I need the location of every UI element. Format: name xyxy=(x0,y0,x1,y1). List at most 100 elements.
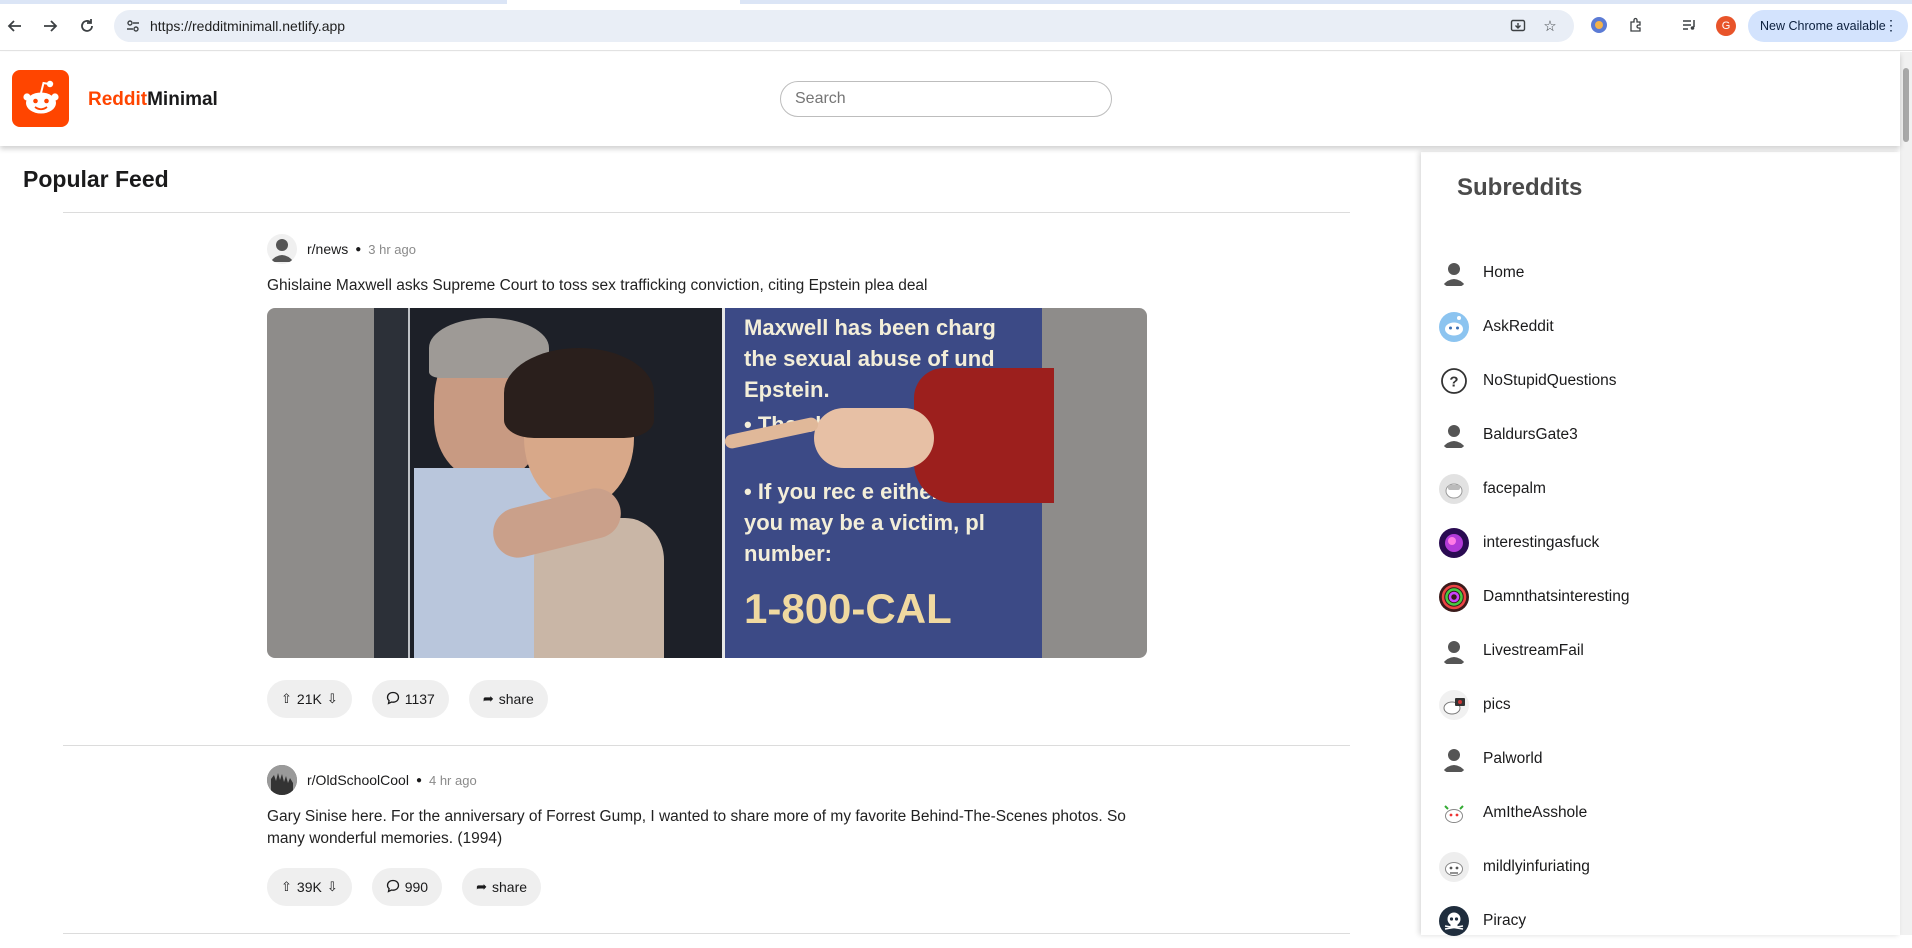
comments-button[interactable]: 1137 xyxy=(371,680,449,718)
forward-icon[interactable] xyxy=(38,14,62,38)
rainbow-avatar-icon xyxy=(1439,582,1469,612)
snoo-avatar-icon xyxy=(1439,312,1469,342)
install-app-icon[interactable] xyxy=(1508,16,1528,36)
url-text[interactable]: https://redditminimall.netlify.app xyxy=(150,18,345,34)
user-avatar-icon xyxy=(267,234,297,264)
comment-icon xyxy=(386,691,400,708)
extensions-puzzle-icon[interactable] xyxy=(1625,14,1647,36)
scrollbar-thumb[interactable] xyxy=(1903,68,1909,142)
skull-avatar-icon xyxy=(1439,906,1469,936)
share-button[interactable]: ➦ share xyxy=(462,868,542,906)
back-icon[interactable] xyxy=(3,14,27,38)
reddit-logo-icon[interactable] xyxy=(12,70,69,127)
media-control-icon[interactable] xyxy=(1678,14,1700,36)
snoo-avatar-icon xyxy=(1439,852,1469,882)
sidebar-item-label: Piracy xyxy=(1483,912,1527,929)
user-avatar-icon xyxy=(1439,744,1469,774)
bookmark-star-icon[interactable]: ☆ xyxy=(1540,16,1560,36)
meta-separator: ● xyxy=(415,774,422,786)
post-actions: ⇧ 21K ⇩ 1137 ➦ share xyxy=(267,680,1147,718)
vote-control[interactable]: ⇧ 39K ⇩ xyxy=(267,868,352,906)
downvote-icon[interactable]: ⇩ xyxy=(327,691,338,707)
sidebar-item-label: LivestreamFail xyxy=(1483,642,1584,659)
sidebar-item-nostupidquestions[interactable]: ? NoStupidQuestions xyxy=(1439,354,1629,408)
post-time: 3 hr ago xyxy=(368,241,416,257)
sidebar-item-label: AmItheAsshole xyxy=(1483,804,1588,821)
sidebar-item-home[interactable]: Home xyxy=(1439,246,1629,300)
post-image[interactable]: Maxwell has been charg the sexual abuse … xyxy=(267,308,1147,658)
share-label: share xyxy=(492,879,528,895)
sidebar-item-label: interestingasfuck xyxy=(1483,534,1600,551)
browser-toolbar: https://redditminimall.netlify.app ☆ G N… xyxy=(0,0,1912,51)
more-menu-icon[interactable]: ⋮ xyxy=(1884,17,1898,34)
sidebar-item-label: pics xyxy=(1483,696,1511,713)
sidebar-item-piracy[interactable]: Piracy xyxy=(1439,894,1629,948)
subreddits-sidebar: Subreddits Home AskReddit ? NoStupidQues… xyxy=(1421,152,1900,936)
share-label: share xyxy=(498,691,534,707)
post-subreddit[interactable]: r/OldSchoolCool xyxy=(307,772,409,788)
camera-snoo-icon xyxy=(1439,690,1469,720)
sidebar-item-label: facepalm xyxy=(1483,480,1546,497)
sidebar-item-askreddit[interactable]: AskReddit xyxy=(1439,300,1629,354)
sidebar-item-damnthatsinteresting[interactable]: Damnthatsinteresting xyxy=(1439,570,1629,624)
meta-separator: ● xyxy=(355,243,362,255)
post-title[interactable]: Gary Sinise here. For the anniversary of… xyxy=(267,806,1147,850)
search-input[interactable] xyxy=(780,81,1112,117)
sidebar-item-amitheasshole[interactable]: AmItheAsshole xyxy=(1439,786,1629,840)
sidebar-item-mildlyinfuriating[interactable]: mildlyinfuriating xyxy=(1439,840,1629,894)
upvote-icon[interactable]: ⇧ xyxy=(281,879,292,895)
post-actions: ⇧ 39K ⇩ 990 ➦ share xyxy=(267,868,1147,906)
user-avatar-icon xyxy=(1439,636,1469,666)
sidebar-item-palworld[interactable]: Palworld xyxy=(1439,732,1629,786)
page-title: Popular Feed xyxy=(23,166,169,192)
share-button[interactable]: ➦ share xyxy=(468,680,548,718)
upvote-icon[interactable]: ⇧ xyxy=(281,691,292,707)
brand-name[interactable]: RedditMinimal xyxy=(88,89,218,111)
svg-text:?: ? xyxy=(1449,374,1458,391)
sidebar-item-label: BaldursGate3 xyxy=(1483,426,1578,443)
comment-icon xyxy=(386,879,400,896)
vote-control[interactable]: ⇧ 21K ⇩ xyxy=(267,680,352,718)
post-subreddit[interactable]: r/news xyxy=(307,241,348,257)
facepalm-avatar-icon xyxy=(1439,474,1469,504)
sidebar-item-pics[interactable]: pics xyxy=(1439,678,1629,732)
update-label: New Chrome available xyxy=(1760,19,1886,33)
sidebar-item-label: AskReddit xyxy=(1483,318,1554,335)
post-time: 4 hr ago xyxy=(428,772,477,788)
post-card[interactable]: r/news ● 3 hr ago Ghislaine Maxwell asks… xyxy=(267,234,1147,718)
sidebar-item-livestreamfail[interactable]: LivestreamFail xyxy=(1439,624,1629,678)
comments-button[interactable]: 990 xyxy=(371,868,443,906)
vote-count: 39K xyxy=(296,879,322,895)
sidebar-item-label: Palworld xyxy=(1483,750,1543,767)
profile-avatar[interactable]: G xyxy=(1716,16,1736,36)
page-scrollbar[interactable] xyxy=(1900,52,1912,935)
divider xyxy=(63,212,1350,213)
post-meta: r/OldSchoolCool ● 4 hr ago xyxy=(267,765,1147,795)
reload-icon[interactable] xyxy=(75,14,99,38)
share-icon: ➦ xyxy=(476,879,487,894)
vote-count: 21K xyxy=(296,691,322,707)
divider xyxy=(63,745,1350,746)
site-info-icon[interactable] xyxy=(124,17,142,35)
sidebar-item-label: mildlyinfuriating xyxy=(1483,858,1590,875)
subreddit-list: Home AskReddit ? NoStupidQuestions Baldu… xyxy=(1439,246,1629,948)
active-tab[interactable] xyxy=(507,0,740,4)
downvote-icon[interactable]: ⇩ xyxy=(327,879,338,895)
sidebar-item-baldursgate3[interactable]: BaldursGate3 xyxy=(1439,408,1629,462)
post-card[interactable]: r/OldSchoolCool ● 4 hr ago Gary Sinise h… xyxy=(267,765,1147,906)
share-icon: ➦ xyxy=(482,691,494,706)
comment-count: 990 xyxy=(404,879,429,895)
app-header: RedditMinimal xyxy=(0,52,1900,146)
sidebar-item-interestingasfuck[interactable]: interestingasfuck xyxy=(1439,516,1629,570)
extension-shield-icon[interactable] xyxy=(1588,14,1610,36)
post-title[interactable]: Ghislaine Maxwell asks Supreme Court to … xyxy=(267,275,1147,297)
oldschoolcool-avatar-icon xyxy=(267,765,297,795)
chrome-update-button[interactable]: New Chrome available ⋮ xyxy=(1748,10,1908,42)
tab-strip xyxy=(0,0,1912,4)
photo: Maxwell has been charg the sexual abuse … xyxy=(374,308,1054,658)
post-meta: r/news ● 3 hr ago xyxy=(267,234,1147,264)
feed-section: Popular Feed r/news ● 3 hr ago Ghislaine… xyxy=(0,146,1420,935)
sidebar-item-facepalm[interactable]: facepalm xyxy=(1439,462,1629,516)
address-bar[interactable]: https://redditminimall.netlify.app ☆ xyxy=(114,10,1574,42)
purple-avatar-icon xyxy=(1439,528,1469,558)
